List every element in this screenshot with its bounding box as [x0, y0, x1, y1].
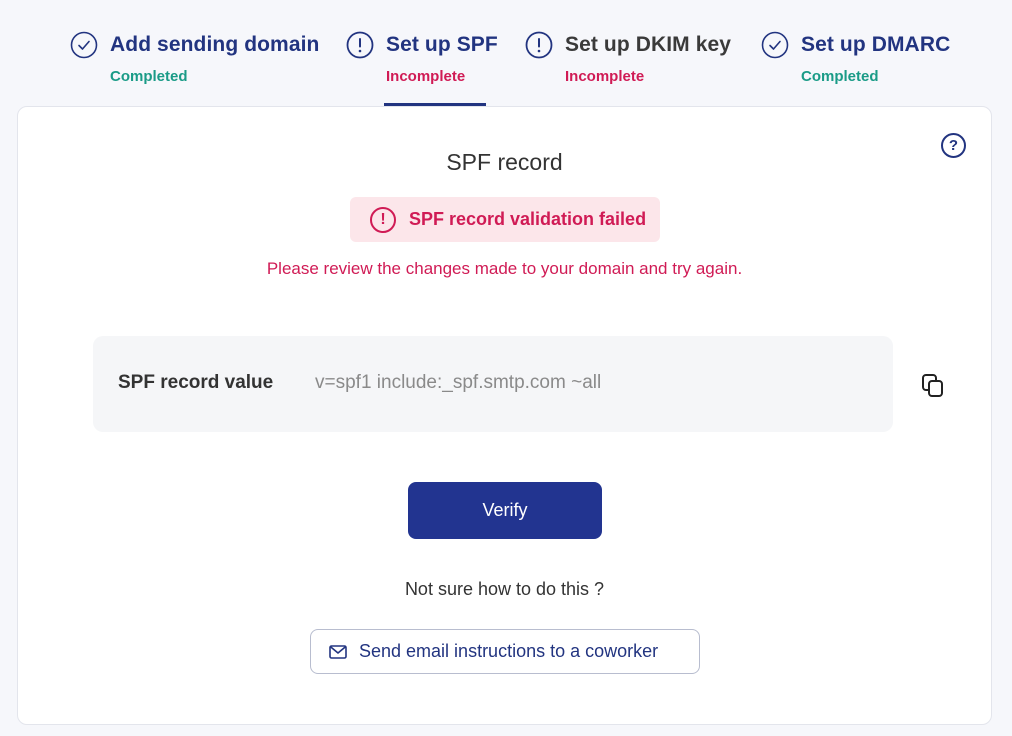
validation-error-badge: ! SPF record validation failed	[350, 197, 660, 242]
setup-stepper: Add sending domain Completed Set up SPF …	[0, 0, 1012, 106]
spf-record-box: SPF record value v=spf1 include:_spf.smt…	[93, 336, 893, 432]
step-title: Set up SPF	[386, 33, 498, 56]
step-status: Incomplete	[386, 68, 466, 85]
alert-circle-icon: !	[370, 206, 396, 233]
record-value[interactable]: v=spf1 include:_spf.smtp.com ~all	[315, 372, 601, 394]
email-button-label: Send email instructions to a coworker	[359, 641, 659, 661]
alert-circle-icon	[346, 31, 374, 59]
step-title: Set up DKIM key	[565, 33, 732, 56]
step-status: Incomplete	[565, 68, 645, 85]
record-label: SPF record value	[118, 372, 274, 393]
verify-button[interactable]: Verify	[408, 482, 602, 539]
send-email-instructions-button[interactable]: Send email instructions to a coworker	[310, 629, 700, 674]
mail-icon	[329, 644, 347, 659]
check-circle-icon	[70, 31, 98, 59]
alert-text: SPF record validation failed	[409, 209, 647, 229]
step-title: Set up DMARC	[801, 33, 951, 56]
step-set-up-spf[interactable]: Set up SPF Incomplete	[346, 30, 498, 106]
spf-record-card: ? SPF record ! SPF record validation fai…	[17, 106, 992, 725]
alert-description: Please review the changes made to your d…	[266, 259, 743, 278]
alert-circle-icon	[525, 31, 553, 59]
step-status: Completed	[110, 68, 188, 85]
card-title: SPF record	[446, 149, 563, 175]
copy-icon[interactable]	[918, 370, 948, 402]
step-status: Completed	[801, 68, 879, 85]
step-title: Add sending domain	[110, 33, 320, 56]
help-hint: Not sure how to do this ?	[404, 579, 605, 599]
check-circle-icon	[761, 31, 789, 59]
